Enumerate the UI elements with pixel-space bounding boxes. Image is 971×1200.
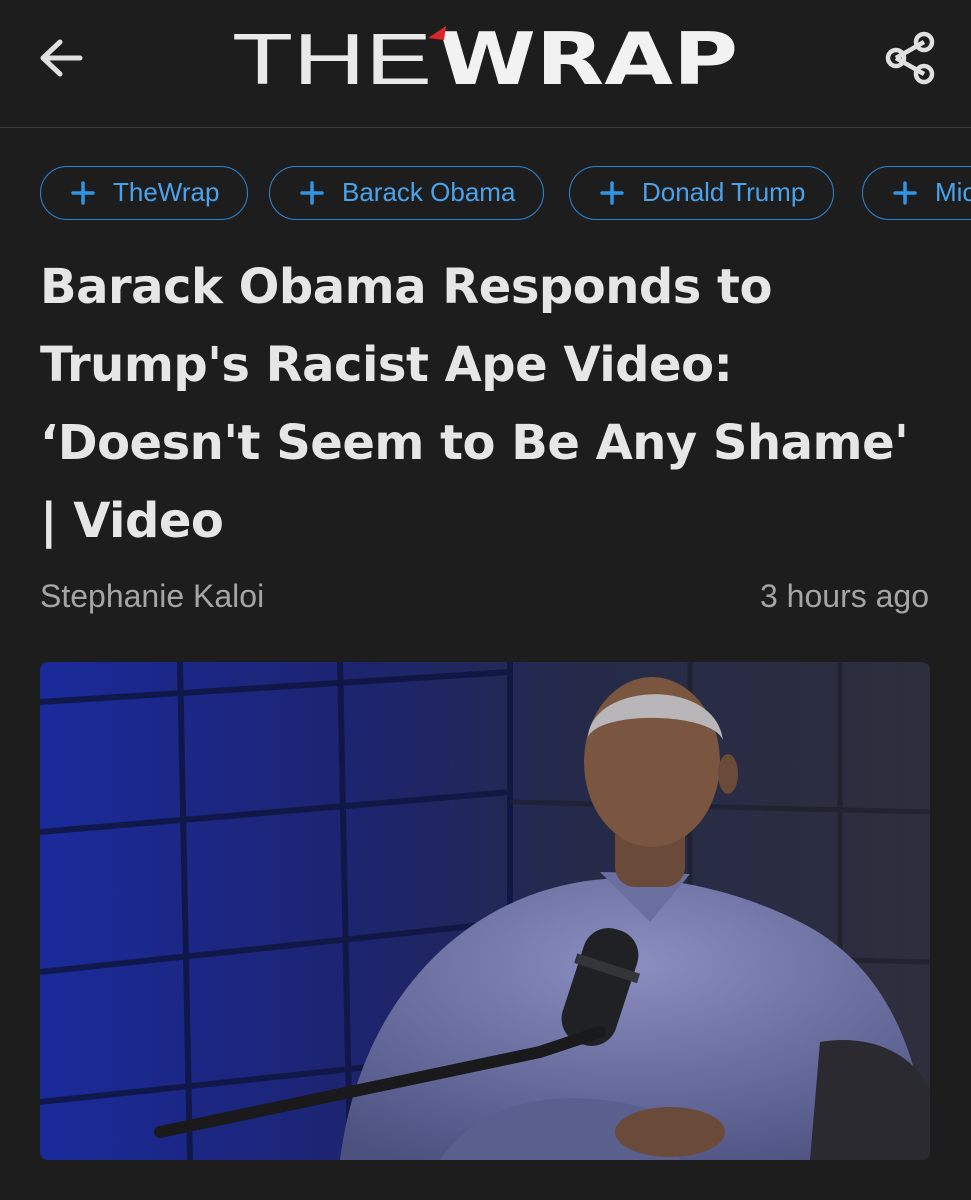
logo-the: THE [232, 22, 432, 96]
share-icon [885, 31, 935, 85]
tag-chip-row: TheWrap Barack Obama Donald Trump Mic [40, 166, 971, 222]
thewrap-logo: THE WRAP [232, 22, 738, 96]
tag-chip-partial[interactable]: Mic [862, 166, 971, 220]
article-headline: Barack Obama Responds to Trump's Racist … [40, 248, 940, 560]
share-button[interactable] [884, 30, 938, 86]
publish-time: 3 hours ago [759, 578, 929, 614]
tag-chip-donald-trump[interactable]: Donald Trump [569, 166, 835, 220]
plus-icon [300, 181, 324, 205]
tag-chip-label: Donald Trump [642, 177, 806, 207]
tag-chip-label: Barack Obama [342, 177, 516, 207]
headline-line: ‘Doesn't Seem to Be Any Shame' [40, 415, 909, 471]
article-hero-image[interactable] [40, 662, 930, 1160]
plus-icon [71, 181, 95, 205]
headline-line: | Video [40, 493, 224, 549]
plus-icon [893, 181, 917, 205]
tag-chip-label: TheWrap [113, 177, 220, 207]
top-app-bar: THE WRAP [0, 0, 971, 128]
headline-line: Trump's Racist Ape Video: [40, 337, 733, 393]
tag-chip-barack-obama[interactable]: Barack Obama [269, 166, 545, 220]
headline-line: Barack Obama Responds to [40, 259, 772, 315]
logo-wrap: WRAP [438, 22, 738, 96]
author-name[interactable]: Stephanie Kaloi [40, 578, 264, 615]
tag-chip-thewrap[interactable]: TheWrap [40, 166, 249, 220]
tag-chip-label: Mic [935, 177, 971, 207]
plus-icon [600, 181, 624, 205]
back-button[interactable] [36, 36, 86, 80]
arrow-left-icon [40, 39, 83, 77]
hero-photo [40, 662, 930, 1160]
